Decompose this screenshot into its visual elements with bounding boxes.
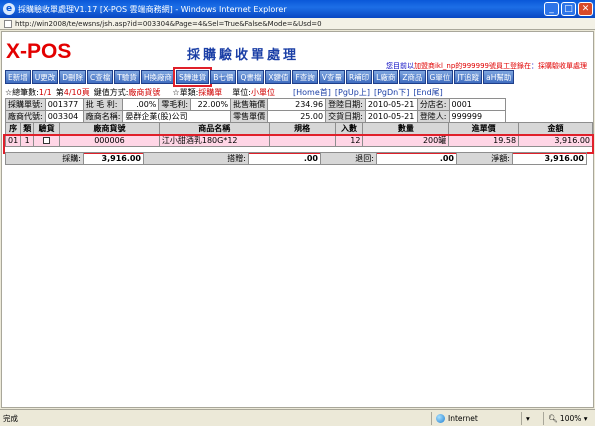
toolbar-button-10[interactable]: F查詢	[292, 70, 318, 84]
login-user: 999999	[448, 110, 506, 123]
row-vendor-code[interactable]: 000006	[59, 134, 160, 147]
maximize-icon[interactable]: □	[561, 2, 576, 16]
toolbar-button-12[interactable]: R補印	[345, 70, 373, 84]
row-amount: 3,916.00	[518, 134, 593, 147]
toolbar-button-2[interactable]: D刪除	[59, 70, 87, 84]
toolbar-button-11[interactable]: V查量	[318, 70, 345, 84]
status-row: ☆總筆數: 1/1 第 4/10頁 鍵值方式: 廠商貨號 ☆單類: 採購單 單位…	[5, 87, 443, 98]
row-pack: 12	[334, 134, 364, 147]
ie-icon: e	[3, 3, 15, 15]
items-grid: 序 類 驗貨 廠商貨號 商品名稱 規格 入數 數量 進單價 金額 01 1 00…	[4, 122, 593, 147]
table-row[interactable]: 01 1 000006 江小甜酒乳180G*12 12 200罐 19.58 3…	[4, 134, 593, 147]
address-text: http://win2008/te/ewsns/jsh.asp?id=00330…	[15, 19, 322, 28]
zoom-icon: 🔍︎	[548, 413, 558, 423]
toolbar-button-4[interactable]: T驗貨	[114, 70, 140, 84]
nav-pgdn-link[interactable]: [PgDn下]	[374, 87, 409, 98]
toolbar-button-0[interactable]: E新增	[5, 70, 31, 84]
vendor-name: 晏群企業(股)公司	[122, 110, 232, 123]
ie-statusbar: 完成 Internet ▾ 🔍︎ 100% ▾	[0, 409, 595, 426]
toolbar-button-3[interactable]: C查檔	[87, 70, 114, 84]
logo: X-POS	[6, 40, 72, 63]
page-icon	[4, 19, 12, 28]
row-seq: 01	[4, 134, 22, 147]
gross-margin: .00%	[122, 98, 160, 111]
protected-mode-icon[interactable]: ▾	[521, 411, 543, 425]
toolbar-button-17[interactable]: aH幫助	[483, 70, 515, 84]
page-content: X-POS 採購驗收單處理 您目前以加盟商ikl_np的999999號員工登錄在…	[1, 31, 594, 408]
toolbar-button-16[interactable]: JT追蹤	[454, 70, 483, 84]
wholesale-box-price: 234.96	[267, 98, 327, 111]
toolbar-button-6[interactable]: S轉進貨	[172, 67, 213, 87]
toolbar-button-1[interactable]: U更改	[31, 70, 59, 84]
toolbar-button-8[interactable]: Q書檔	[237, 70, 265, 84]
row-qty[interactable]: 200罐	[362, 134, 450, 147]
header-info-table: 採購單號: 001377 批 毛 利: .00% 零毛利: 22.00% 批售箱…	[5, 98, 506, 123]
nav-home-link[interactable]: [Home首]	[293, 87, 331, 98]
inspect-checkbox[interactable]	[43, 137, 51, 144]
vendor-code: 003304	[44, 110, 84, 123]
totals-table: 採購: 3,916.00 搭贈: .00 退回: .00 淨額: 3,916.0…	[5, 152, 587, 165]
total-purchase: 3,916.00	[83, 152, 144, 165]
total-return: .00	[376, 152, 457, 165]
zero-margin: 22.00%	[190, 98, 232, 111]
toolbar-button-7[interactable]: B七價	[210, 70, 237, 84]
nav-pgup-link[interactable]: [PgUp上]	[335, 87, 370, 98]
delivery-date: 2010-05-21	[364, 110, 418, 123]
row-spec	[268, 134, 336, 147]
row-price[interactable]: 19.58	[448, 134, 520, 147]
total-discount: .00	[248, 152, 321, 165]
toolbar-button-9[interactable]: X鍵值	[265, 70, 292, 84]
page-title: 採購驗收單處理	[187, 48, 300, 63]
zoom-control[interactable]: 🔍︎ 100% ▾	[543, 411, 595, 425]
window-titlebar: e 採購驗收單處理V1.17 [X-POS 雲端商務網] - Windows I…	[0, 0, 595, 18]
status-text: 完成	[3, 413, 18, 423]
purchase-no: 001377	[44, 98, 84, 111]
grid-header-row: 序 類 驗貨 廠商貨號 商品名稱 規格 入數 數量 進單價 金額	[4, 122, 593, 135]
login-date: 2010-05-21	[364, 98, 418, 111]
action-toolbar: E新增 U更改 D刪除 C查檔 T驗貨 H換廠商 S轉進貨 B七價 Q書檔 X鍵值 F查詢 V查量 R補…	[5, 67, 591, 87]
row-item-name: 江小甜酒乳180G*12	[158, 134, 270, 147]
retail-price: 25.00	[267, 110, 327, 123]
row-type: 1	[20, 134, 35, 147]
address-bar[interactable]: http://win2008/te/ewsns/jsh.asp?id=00330…	[0, 18, 595, 30]
globe-icon	[436, 413, 445, 423]
zone-indicator: Internet	[431, 411, 521, 425]
toolbar-button-5[interactable]: H換廠商	[140, 70, 176, 84]
minimize-icon[interactable]: _	[544, 2, 559, 16]
toolbar-button-14[interactable]: Z商品	[399, 70, 426, 84]
total-net: 3,916.00	[512, 152, 587, 165]
toolbar-button-13[interactable]: L廠商	[373, 70, 399, 84]
close-icon[interactable]: ✕	[578, 2, 593, 16]
window-title: 採購驗收單處理V1.17 [X-POS 雲端商務網] - Windows Int…	[18, 4, 287, 14]
nav-end-link[interactable]: [End尾]	[413, 87, 442, 98]
branch-name: 0001	[448, 98, 506, 111]
toolbar-button-15[interactable]: G單位	[426, 70, 454, 84]
